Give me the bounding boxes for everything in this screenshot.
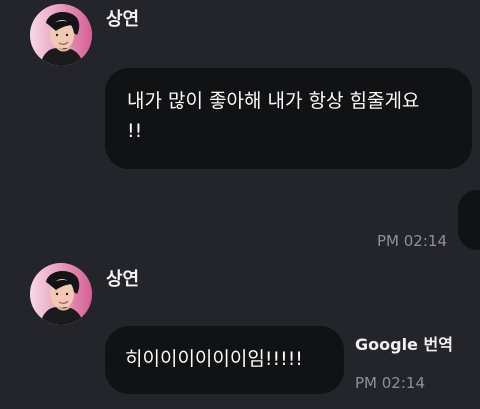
message-text-line: 내가 많이 좋아해 내가 항상 힘줄게요 (127, 90, 420, 112)
outgoing-message-bubble[interactable] (458, 190, 480, 250)
message-text: 히이이이이이이임!!!!! (125, 348, 303, 370)
sender-avatar[interactable] (30, 263, 92, 325)
google-translate-button[interactable]: Google 번역 (355, 337, 453, 353)
sender-avatar[interactable] (30, 4, 92, 66)
message-time: PM 02:14 (377, 232, 447, 250)
message-bubble[interactable]: 히이이이이이이임!!!!! (105, 326, 344, 394)
message-bubble[interactable]: 내가 많이 좋아해 내가 항상 힘줄게요 !! (105, 68, 472, 169)
sender-name: 상연 (106, 9, 140, 30)
sender-name: 상연 (106, 269, 140, 290)
message-text-line: !! (127, 120, 143, 142)
message-time: PM 02:14 (355, 374, 425, 392)
chat-screen: 상연 내가 많이 좋아해 내가 항상 힘줄게요 !! PM 02:14 상연 히… (0, 0, 480, 409)
